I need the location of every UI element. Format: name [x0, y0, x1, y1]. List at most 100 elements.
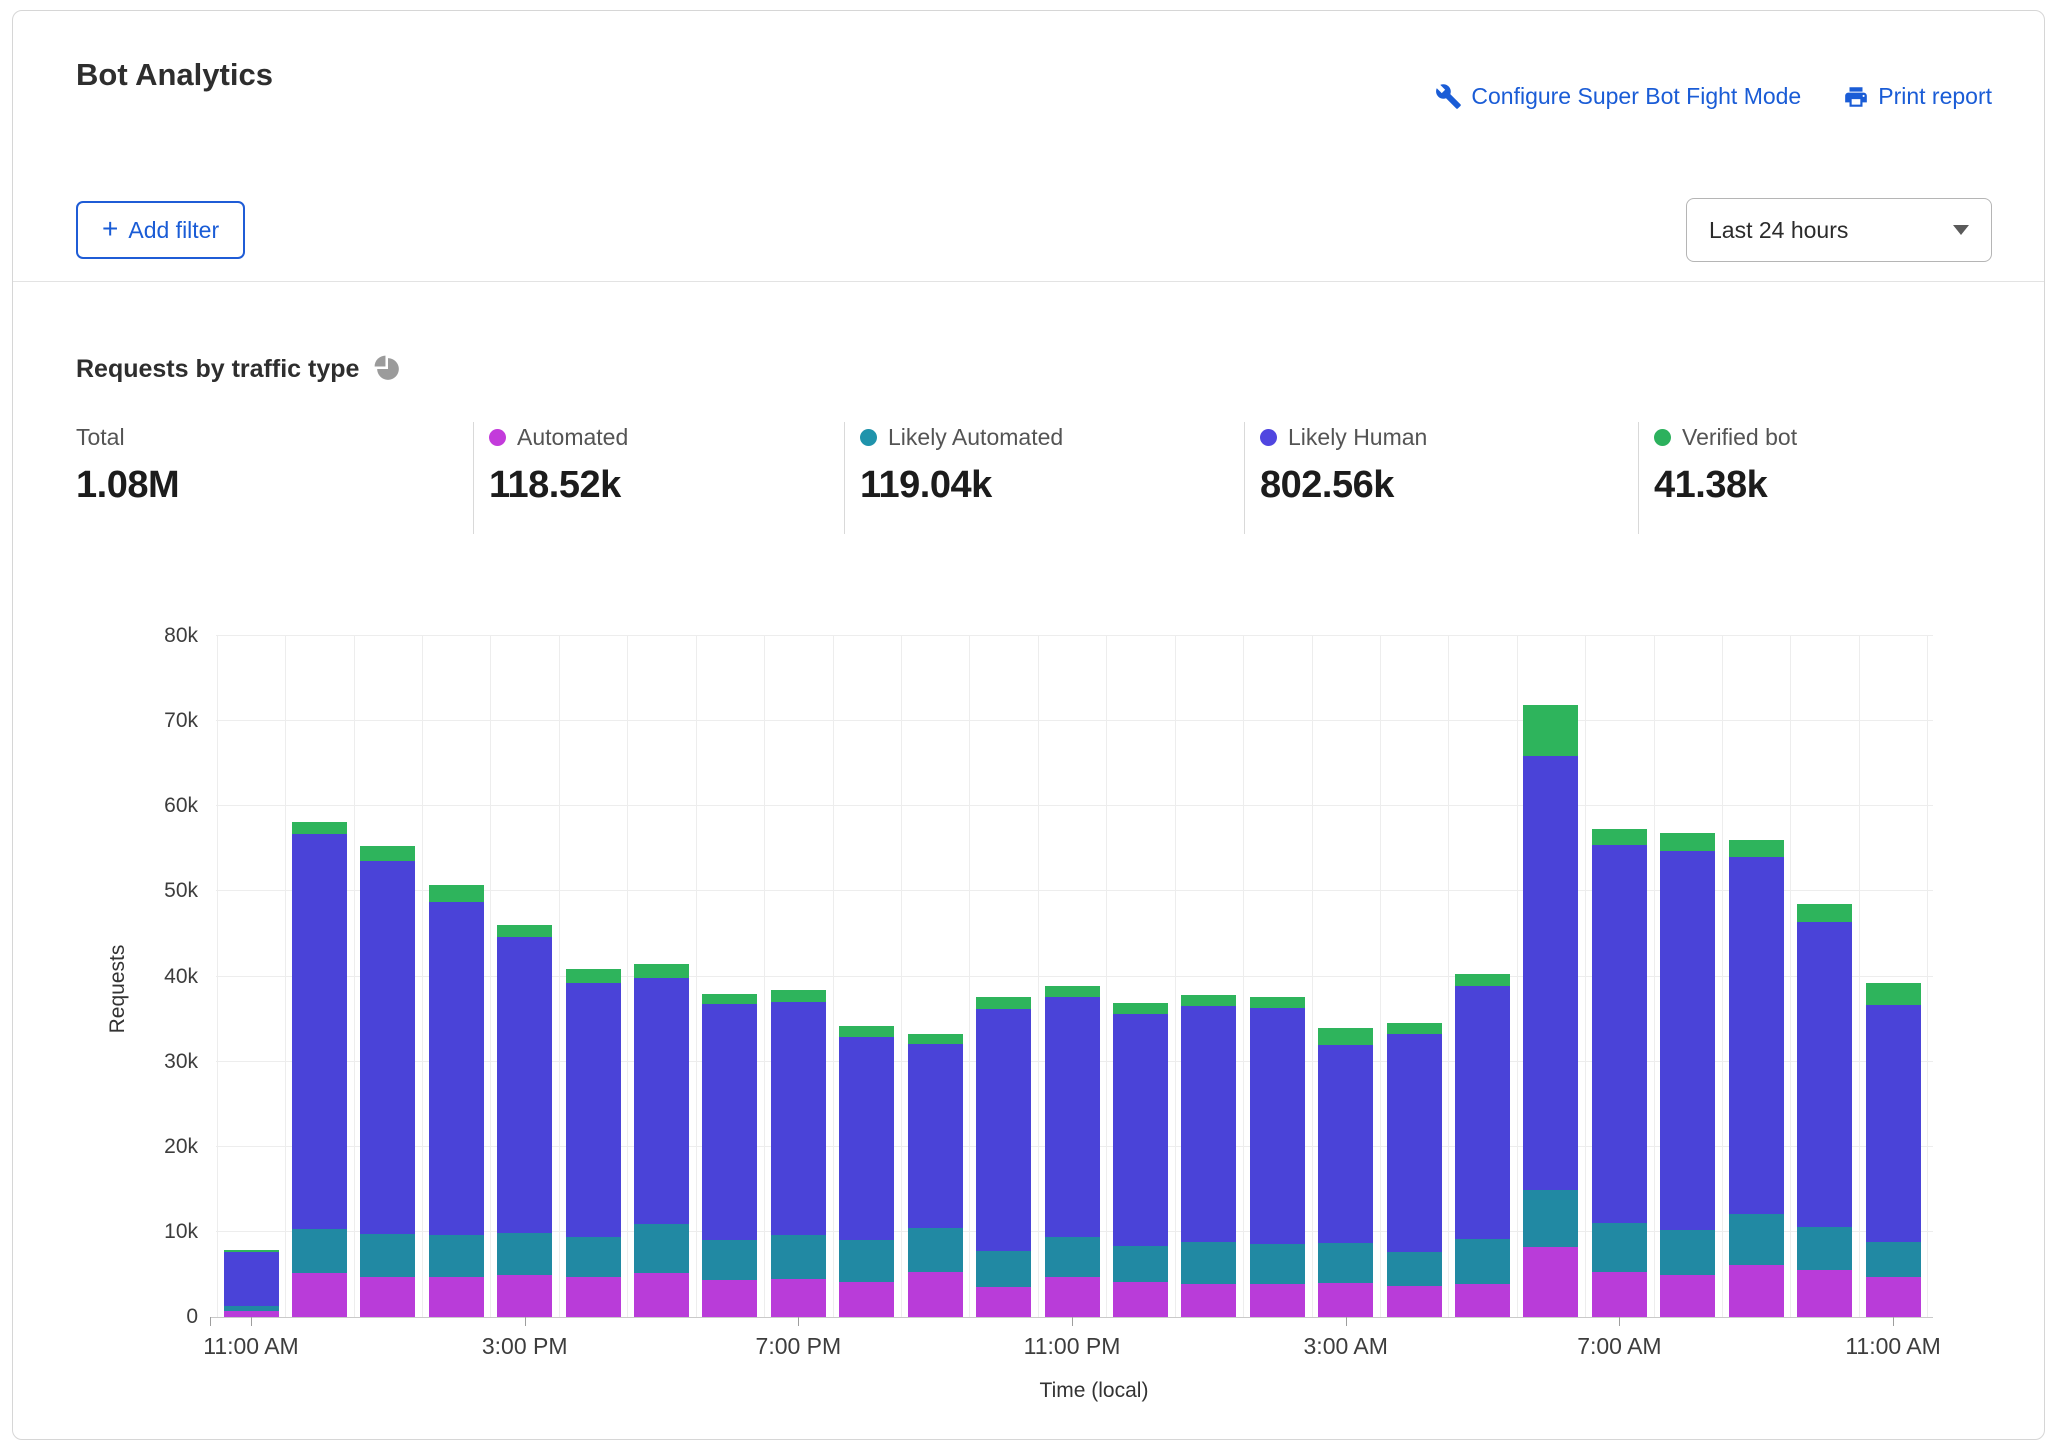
add-filter-button[interactable]: + Add filter: [76, 201, 245, 259]
x-tick-label-3-00-pm: 3:00 PM: [435, 1333, 615, 1360]
segment-automated: [908, 1272, 963, 1317]
bar-11-10-00-pm[interactable]: [976, 997, 1031, 1317]
segment-likely-human: [1113, 1014, 1168, 1246]
segment-likely-automated: [360, 1234, 415, 1277]
segment-likely-human: [702, 1004, 757, 1241]
y-tick-label-0: 0: [120, 1305, 198, 1329]
segment-automated: [702, 1280, 757, 1317]
segment-likely-human: [1660, 851, 1715, 1231]
vertical-gridline: [354, 636, 355, 1317]
bar-2-1-00-pm[interactable]: [360, 846, 415, 1317]
y-tick-label-20k: 20k: [120, 1135, 198, 1159]
bar-4-3-00-pm[interactable]: [497, 925, 552, 1317]
legend-dot-automated: [489, 429, 506, 446]
bar-16-3-00-am[interactable]: [1318, 1028, 1373, 1317]
y-tick-label-30k: 30k: [120, 1050, 198, 1074]
segment-verified-bot: [292, 822, 347, 834]
stat-block-total: Total1.08M: [76, 422, 473, 534]
segment-likely-automated: [1181, 1242, 1236, 1284]
vertical-gridline: [1859, 636, 1860, 1317]
bar-23-10-00-am[interactable]: [1797, 904, 1852, 1317]
vertical-gridline: [1517, 636, 1518, 1317]
bar-8-7-00-pm[interactable]: [771, 990, 826, 1317]
segment-verified-bot: [497, 925, 552, 937]
segment-verified-bot: [566, 969, 621, 983]
vertical-gridline: [901, 636, 902, 1317]
stat-value-automated: 118.52k: [489, 464, 844, 507]
stat-label-likely-automated: Likely Automated: [888, 424, 1063, 451]
print-link-label: Print report: [1878, 83, 1992, 110]
segment-likely-automated: [566, 1237, 621, 1277]
vertical-gridline: [1722, 636, 1723, 1317]
bot-analytics-card: Bot Analytics Configure Super Bot Fight …: [12, 10, 2045, 1440]
bar-21-8-00-am[interactable]: [1660, 833, 1715, 1317]
segment-likely-human: [429, 902, 484, 1235]
segment-likely-automated: [1113, 1246, 1168, 1283]
bar-0-11-00-am[interactable]: [224, 1250, 279, 1317]
bar-14-1-00-am[interactable]: [1181, 995, 1236, 1317]
bar-6-5-00-pm[interactable]: [634, 964, 689, 1317]
stat-value-likely-automated: 119.04k: [860, 464, 1244, 507]
segment-automated: [1866, 1277, 1921, 1317]
bar-1-12-00-pm[interactable]: [292, 822, 347, 1317]
horizontal-gridline: [216, 635, 1933, 636]
bar-17-4-00-am[interactable]: [1387, 1023, 1442, 1317]
print-report-link[interactable]: Print report: [1843, 83, 1992, 110]
bar-18-5-00-am[interactable]: [1455, 974, 1510, 1317]
segment-likely-automated: [1866, 1242, 1921, 1277]
bar-10-9-00-pm[interactable]: [908, 1034, 963, 1317]
segment-likely-human: [1797, 922, 1852, 1227]
stat-block-verified-bot: Verified bot41.38k: [1638, 422, 1992, 534]
stat-block-likely-human: Likely Human802.56k: [1244, 422, 1638, 534]
bar-24-11-00-am[interactable]: [1866, 983, 1921, 1317]
y-tick-label-80k: 80k: [120, 624, 198, 648]
x-tick: [525, 1317, 526, 1326]
segment-verified-bot: [1181, 995, 1236, 1006]
segment-likely-human: [566, 983, 621, 1237]
time-range-value: Last 24 hours: [1709, 217, 1848, 244]
segment-likely-automated: [908, 1228, 963, 1272]
vertical-gridline: [285, 636, 286, 1317]
vertical-gridline: [764, 636, 765, 1317]
configure-super-bot-fight-mode-link[interactable]: Configure Super Bot Fight Mode: [1435, 83, 1801, 110]
x-tick: [1619, 1317, 1620, 1326]
y-tick-label-40k: 40k: [120, 965, 198, 989]
y-tick-label-70k: 70k: [120, 709, 198, 733]
bar-20-7-00-am[interactable]: [1592, 829, 1647, 1317]
segment-automated: [771, 1279, 826, 1317]
add-filter-label: Add filter: [128, 217, 219, 244]
bar-12-11-00-pm[interactable]: [1045, 986, 1100, 1317]
x-tick: [251, 1317, 252, 1326]
bar-19-6-00-am[interactable]: [1523, 705, 1578, 1317]
segment-verified-bot: [429, 885, 484, 902]
bar-7-6-00-pm[interactable]: [702, 994, 757, 1317]
segment-automated: [1045, 1277, 1100, 1317]
vertical-gridline: [1106, 636, 1107, 1317]
segment-likely-automated: [1592, 1223, 1647, 1272]
bar-13-12-00-am[interactable]: [1113, 1003, 1168, 1317]
segment-automated: [429, 1277, 484, 1317]
segment-likely-human: [976, 1009, 1031, 1251]
chevron-down-icon: [1953, 225, 1969, 235]
segment-verified-bot: [634, 964, 689, 978]
stat-value-total: 1.08M: [76, 464, 473, 507]
bar-15-2-00-am[interactable]: [1250, 997, 1305, 1317]
time-range-select[interactable]: Last 24 hours: [1686, 198, 1992, 262]
segment-automated: [1455, 1284, 1510, 1317]
segment-verified-bot: [839, 1026, 894, 1037]
bar-9-8-00-pm[interactable]: [839, 1026, 894, 1317]
segment-verified-bot: [1455, 974, 1510, 986]
bar-5-4-00-pm[interactable]: [566, 969, 621, 1317]
card-body: Requests by traffic type Total1.08MAutom…: [13, 354, 2044, 1397]
bar-22-9-00-am[interactable]: [1729, 840, 1784, 1317]
segment-verified-bot: [702, 994, 757, 1004]
segment-automated: [497, 1275, 552, 1317]
segment-likely-human: [1523, 756, 1578, 1190]
vertical-gridline: [490, 636, 491, 1317]
segment-verified-bot: [976, 997, 1031, 1009]
x-tick-label-7-00-pm: 7:00 PM: [708, 1333, 888, 1360]
y-axis-title: Requests: [106, 909, 130, 1069]
pie-chart-icon: [373, 354, 403, 384]
bar-3-2-00-pm[interactable]: [429, 885, 484, 1317]
segment-verified-bot: [908, 1034, 963, 1044]
